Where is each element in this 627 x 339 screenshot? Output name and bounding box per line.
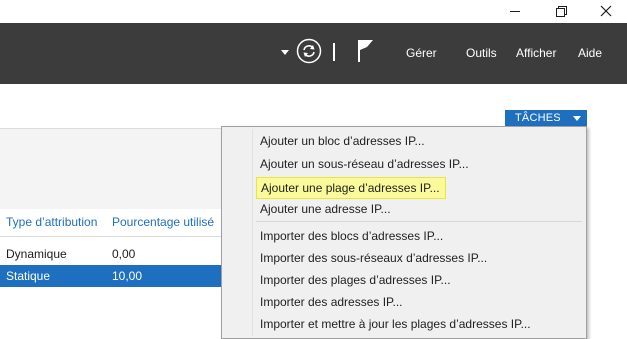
menu-item-label: Importer et mettre à jour les plages d’a… — [260, 317, 531, 331]
window-title-bar — [0, 0, 627, 23]
menu-item-import-update-ranges[interactable]: Importer et mettre à jour les plages d’a… — [256, 314, 582, 334]
menu-item-import-blocks[interactable]: Importer des blocs d’adresses IP... — [256, 226, 582, 246]
table-row-selected[interactable]: Statique 10,00 — [0, 265, 222, 287]
tasks-context-menu: Ajouter un bloc d’adresses IP... Ajouter… — [221, 126, 587, 339]
cell-percent: 10,00 — [112, 269, 143, 283]
menu-item-import-ranges[interactable]: Importer des plages d’adresses IP... — [256, 270, 582, 290]
menu-aide[interactable]: Aide — [578, 46, 602, 60]
menu-item-label: Importer des plages d’adresses IP... — [260, 273, 451, 287]
column-header-type[interactable]: Type d’attribution — [6, 215, 97, 229]
flag-icon[interactable] — [356, 38, 376, 64]
menu-item-add-range[interactable]: Ajouter une plage d’adresses IP... — [256, 177, 446, 199]
table-row[interactable]: Dynamique 0,00 — [0, 243, 222, 265]
toolbar-separator — [333, 43, 335, 61]
menu-item-add-subnet[interactable]: Ajouter un sous-réseau d’adresses IP... — [256, 154, 582, 174]
restore-icon — [556, 6, 567, 17]
cell-type: Statique — [6, 269, 51, 283]
column-header-percent[interactable]: Pourcentage utilisé — [112, 215, 214, 229]
close-icon — [600, 5, 612, 17]
header-divider — [0, 236, 222, 237]
menu-item-label: Ajouter une adresse IP... — [260, 202, 391, 216]
cell-percent: 0,00 — [112, 247, 136, 261]
menu-item-add-block[interactable]: Ajouter un bloc d’adresses IP... — [256, 131, 582, 151]
chevron-down-icon — [573, 116, 581, 121]
server-manager-toolbar: Gérer Outils Afficher Aide — [0, 23, 627, 84]
menu-item-add-address[interactable]: Ajouter une adresse IP... — [256, 199, 582, 219]
menu-gutter — [252, 129, 253, 336]
minimize-icon — [510, 11, 520, 12]
menu-item-label: Importer des adresses IP... — [260, 295, 403, 309]
menu-outils[interactable]: Outils — [466, 46, 497, 60]
menu-afficher[interactable]: Afficher — [516, 46, 556, 60]
menu-item-label: Importer des sous-réseaux d’adresses IP.… — [260, 251, 488, 265]
menu-item-label: Importer des blocs d’adresses IP... — [260, 229, 444, 243]
menu-item-import-subnets[interactable]: Importer des sous-réseaux d’adresses IP.… — [256, 248, 582, 268]
filter-panel — [0, 128, 222, 209]
menu-item-label: Ajouter un bloc d’adresses IP... — [260, 134, 425, 148]
close-button[interactable] — [586, 0, 626, 23]
menu-item-label: Ajouter un sous-réseau d’adresses IP... — [260, 157, 469, 171]
menu-item-label: Ajouter une plage d’adresses IP... — [261, 181, 440, 195]
dropdown-arrow-icon[interactable] — [281, 50, 289, 55]
minimize-button[interactable] — [496, 0, 536, 23]
restore-button[interactable] — [541, 0, 581, 23]
menu-item-import-addresses[interactable]: Importer des adresses IP... — [256, 292, 582, 312]
menu-gerer[interactable]: Gérer — [406, 46, 437, 60]
cell-type: Dynamique — [6, 247, 67, 261]
tasks-button[interactable]: TÂCHES — [505, 110, 587, 127]
refresh-icon[interactable] — [296, 38, 322, 64]
menu-separator — [256, 221, 582, 222]
tasks-button-label: TÂCHES — [515, 112, 561, 124]
